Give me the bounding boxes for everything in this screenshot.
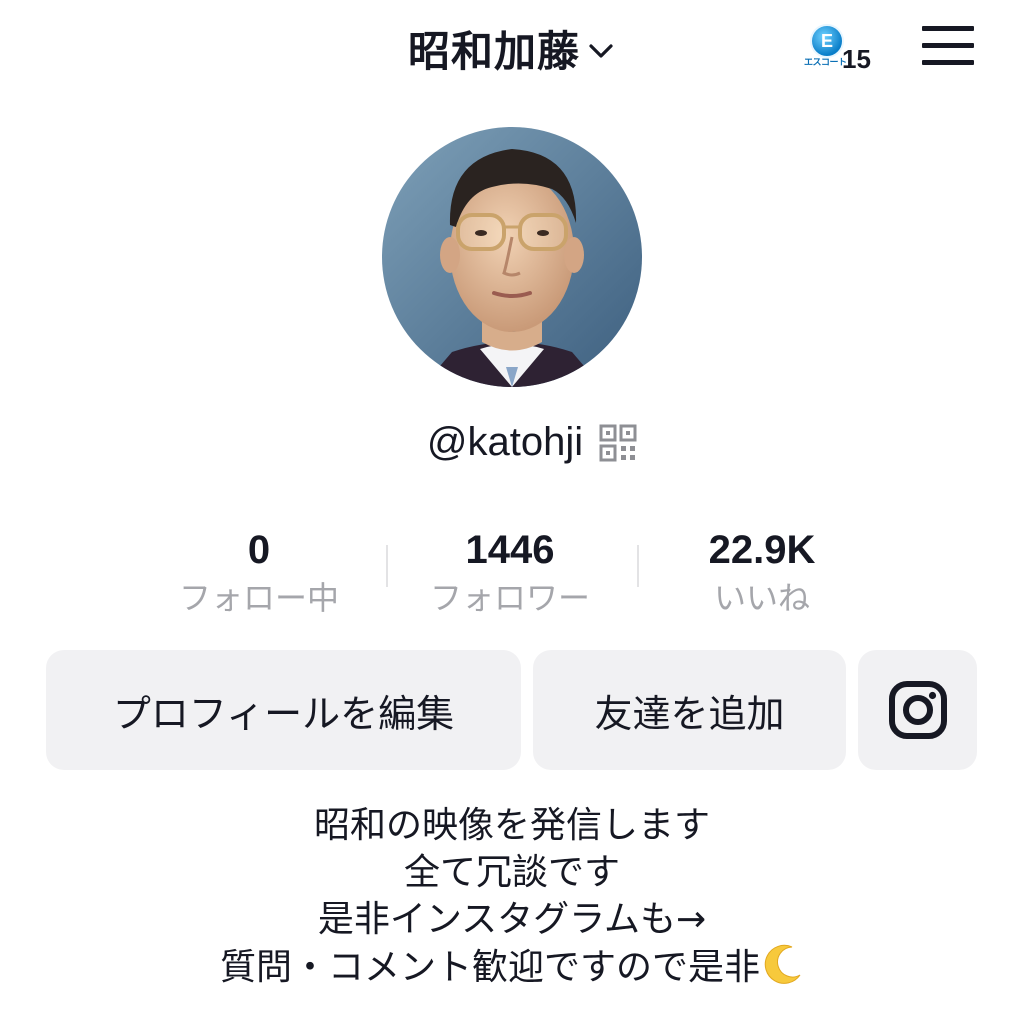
- edit-profile-button[interactable]: プロフィールを編集: [46, 650, 521, 770]
- avatar-image: [382, 127, 642, 387]
- stat-likes[interactable]: 22.9K いいね: [652, 522, 872, 618]
- instagram-button[interactable]: [858, 650, 977, 770]
- bio-line: 質問・コメント歓迎ですので是非: [219, 947, 760, 988]
- bio-line: 全て冗談です: [403, 852, 620, 893]
- coin-badge[interactable]: E エスコート 15: [802, 22, 882, 82]
- crescent-moon-icon: [764, 944, 801, 984]
- bio-line: 是非インスタグラムも→: [317, 899, 707, 940]
- avatar[interactable]: [382, 127, 642, 387]
- stat-value: 22.9K: [708, 528, 816, 572]
- add-friend-button[interactable]: 友達を追加: [533, 650, 846, 770]
- coin-count: 15: [842, 44, 871, 74]
- bio-line-last: 質問・コメント歓迎ですので是非: [0, 943, 1024, 991]
- stat-following[interactable]: 0 フォロー中: [149, 522, 369, 618]
- chevron-down-icon: [589, 43, 613, 58]
- account-switcher[interactable]: 昭和加藤: [408, 18, 616, 79]
- stat-label: フォロー中: [178, 579, 339, 617]
- add-friend-label: 友達を追加: [594, 691, 785, 736]
- edit-profile-label: プロフィールを編集: [112, 691, 455, 736]
- stat-followers[interactable]: 1446 フォロワー: [400, 522, 620, 618]
- hamburger-menu-icon[interactable]: [920, 24, 976, 68]
- coin-icon: E: [810, 24, 844, 58]
- stat-label: フォロワー: [429, 579, 590, 617]
- qr-code-icon[interactable]: [599, 424, 637, 462]
- instagram-icon: [888, 681, 947, 739]
- stat-value: 1446: [465, 528, 555, 572]
- stat-label: いいね: [713, 579, 810, 617]
- bio: 昭和の映像を発信します 全て冗談です 是非インスタグラムも→ 質問・コメント歓迎…: [0, 802, 1024, 991]
- coin-sub-label: エスコート: [804, 58, 847, 68]
- stat-divider: [637, 545, 639, 587]
- stats-row: 0 フォロー中 1446 フォロワー 22.9K いいね: [0, 522, 1024, 622]
- username: @katohji: [426, 420, 584, 464]
- bio-line: 昭和の映像を発信します: [313, 805, 710, 846]
- stat-value: 0: [247, 528, 271, 572]
- stat-divider: [386, 545, 388, 587]
- username-row: @katohji: [0, 420, 1024, 465]
- account-name: 昭和加藤: [407, 27, 580, 76]
- profile-page: 昭和加藤 E エスコート 15 @katohji 0 フォロー中 1446 フォ…: [0, 0, 1024, 1009]
